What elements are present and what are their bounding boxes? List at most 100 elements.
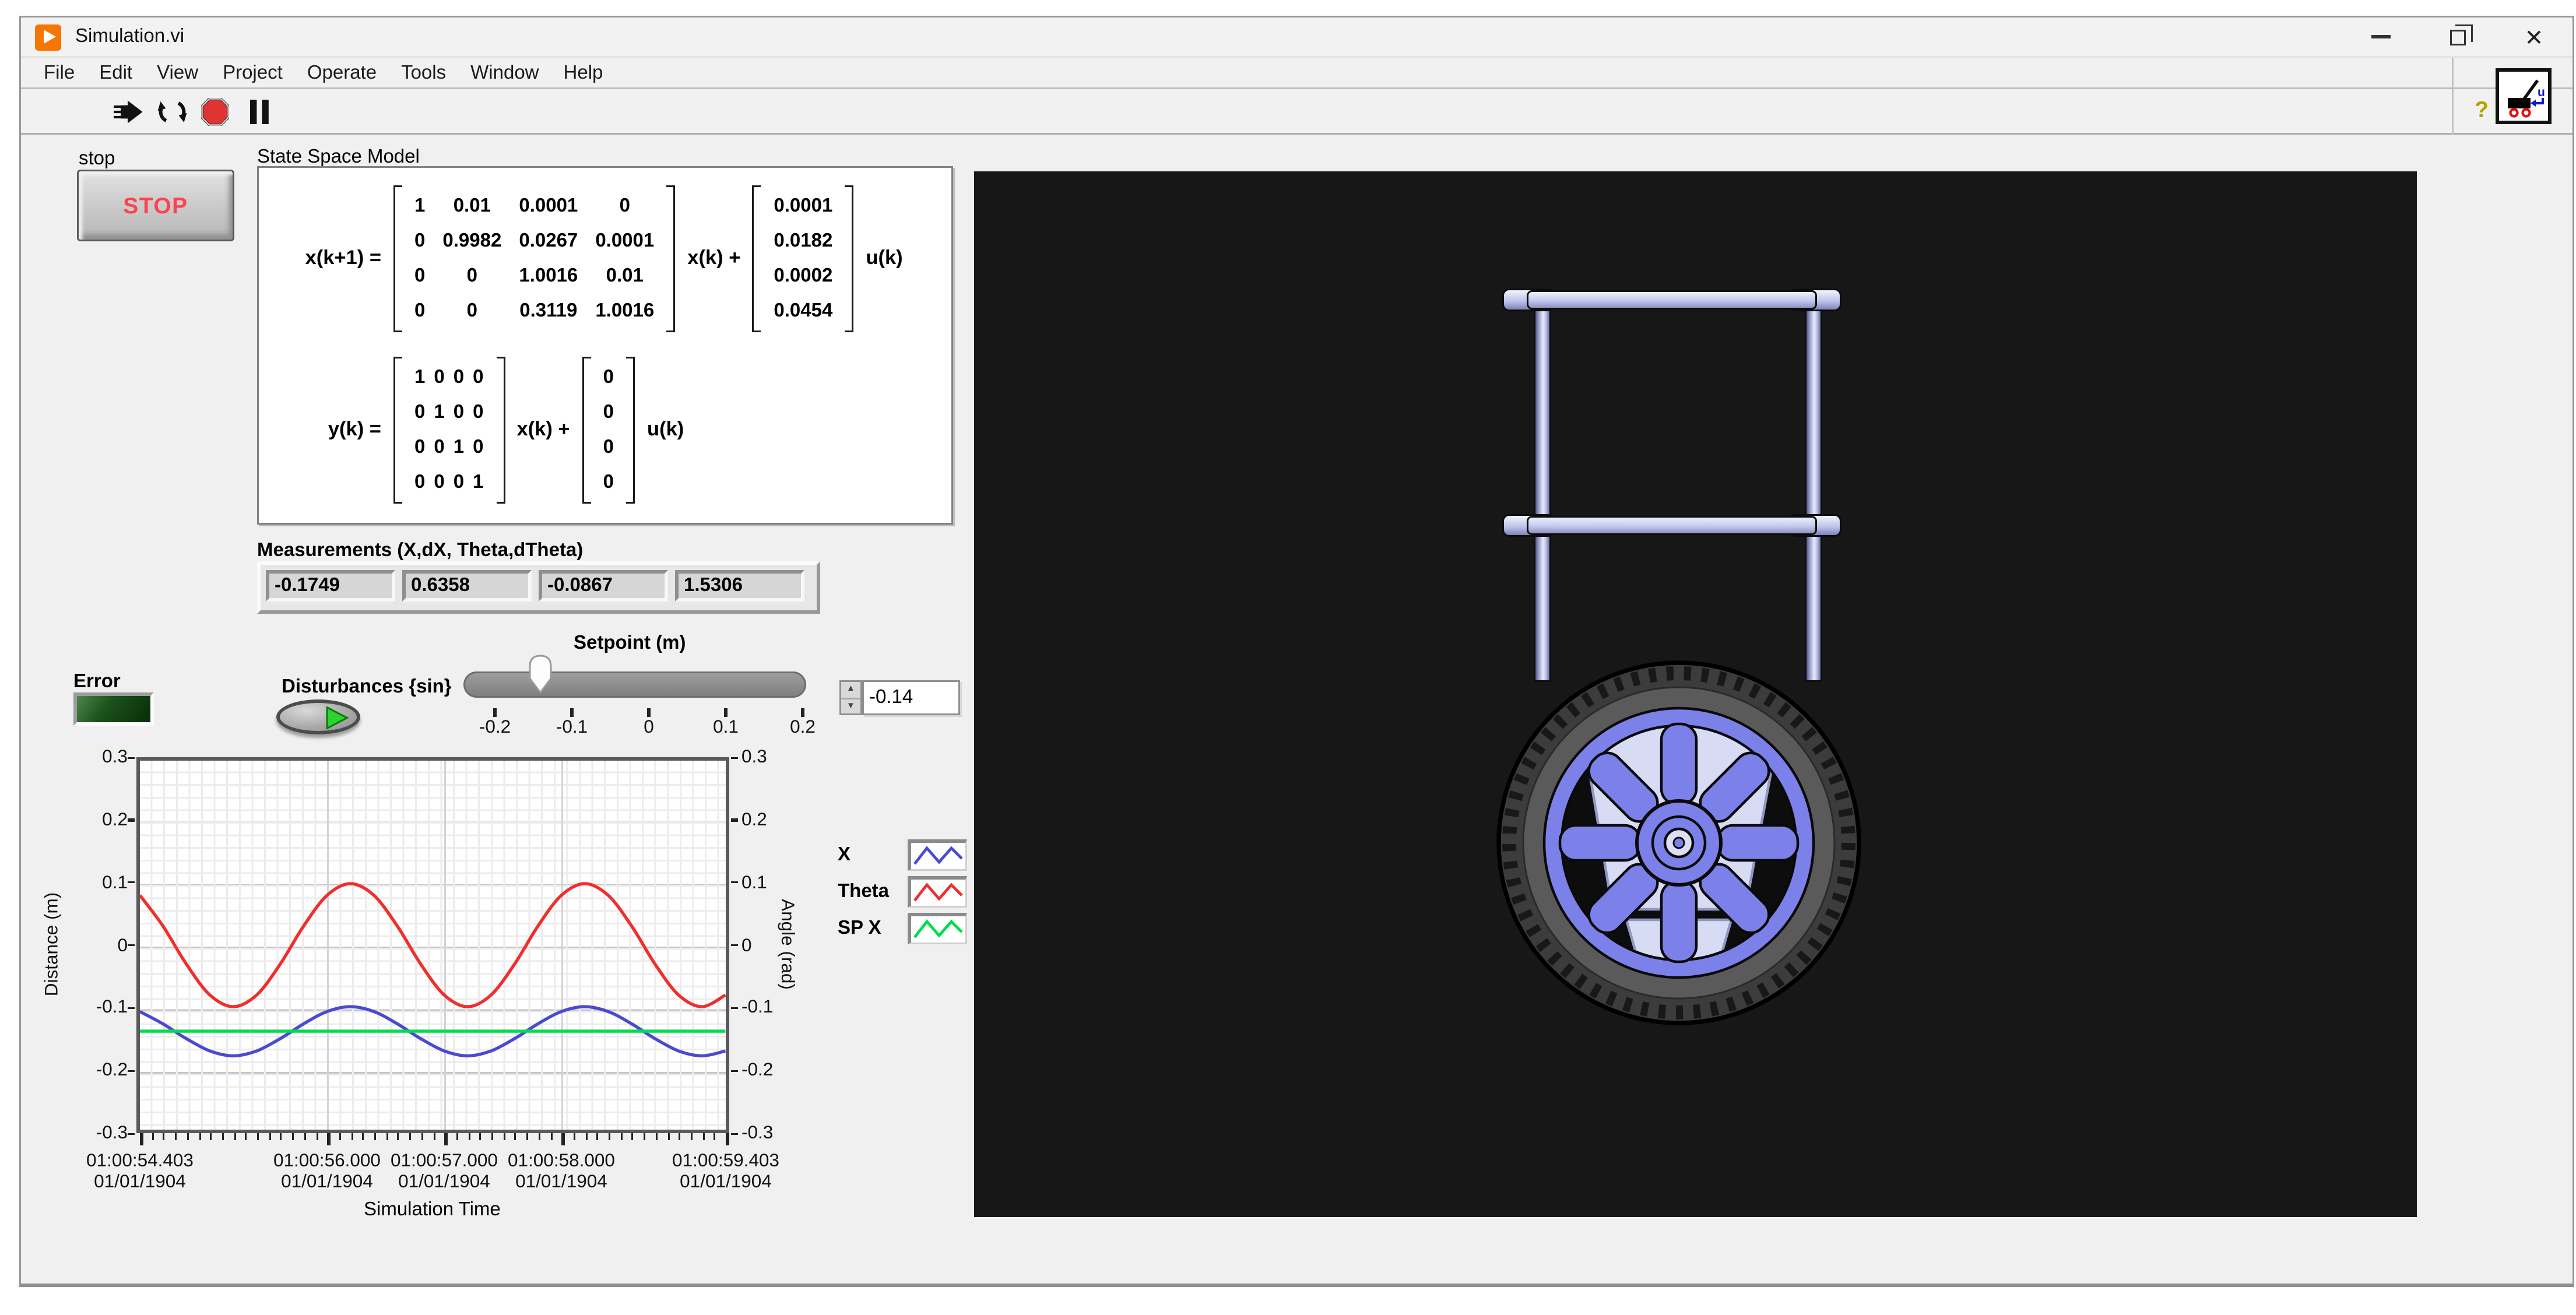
slider-thumb[interactable] — [529, 654, 553, 694]
x-major-tick — [726, 1133, 729, 1145]
matrix-cell: 0 — [603, 402, 614, 423]
menu-item-file[interactable]: File — [31, 59, 87, 87]
x-minor-tick — [245, 1133, 247, 1140]
matrix-A: 10.010.0001000.99820.02670.0001001.00160… — [393, 185, 675, 332]
matrix-cell: 0 — [414, 437, 425, 458]
matrix-cell: 0 — [454, 367, 464, 388]
eq2-rhs: u(k) — [647, 420, 684, 441]
context-help-icon[interactable]: ? — [2475, 96, 2489, 122]
restore-button[interactable] — [2419, 17, 2496, 56]
menu-item-view[interactable]: View — [145, 59, 210, 87]
x-minor-tick — [609, 1133, 610, 1140]
measurement-value-field: 1.5306 — [675, 570, 804, 602]
x-minor-tick — [491, 1133, 493, 1140]
legend-sample-box[interactable] — [908, 876, 967, 908]
menu-item-project[interactable]: Project — [210, 59, 295, 87]
run-continuous-icon — [157, 97, 187, 125]
y-tick-mark — [731, 819, 738, 821]
run-button[interactable] — [112, 97, 143, 125]
stop-label: stop — [79, 149, 115, 170]
menu-item-help[interactable]: Help — [551, 59, 616, 87]
x-minor-tick — [667, 1133, 669, 1140]
x-minor-tick — [550, 1133, 552, 1140]
x-time-label: 01:00:58.000 — [491, 1151, 631, 1172]
slider-track[interactable] — [463, 671, 806, 698]
matrix-cell: 0 — [454, 402, 464, 423]
x-minor-tick — [515, 1133, 516, 1140]
x-minor-tick — [597, 1133, 599, 1140]
matrix-cell: 0 — [473, 367, 483, 388]
y-tick-label: -0.1 — [75, 997, 128, 1018]
legend-label: SP X — [838, 918, 908, 939]
y-tick-label: 0.2 — [741, 809, 794, 830]
menu-bar: FileEditViewProjectOperateToolsWindowHel… — [21, 58, 2573, 89]
y-axis-left-title: Distance (m) — [41, 892, 62, 997]
setpoint-numeric-field[interactable]: -0.14 — [862, 680, 960, 715]
menu-item-operate[interactable]: Operate — [295, 59, 389, 87]
3d-picture-control[interactable] — [974, 171, 2417, 1217]
measurement-value-field: -0.0867 — [539, 570, 668, 602]
x-axis-ticks — [136, 1133, 729, 1147]
close-button[interactable]: ✕ — [2496, 17, 2573, 56]
state-space-model-label: State Space Model — [257, 147, 420, 168]
toolbar: ? u — [21, 89, 2573, 135]
svg-text:u: u — [2538, 86, 2545, 99]
matrix-cell: 0 — [473, 402, 483, 423]
matrix-cell: 0.0001 — [519, 196, 578, 217]
menu-item-edit[interactable]: Edit — [87, 59, 145, 87]
x-time-label: 01:00:59.403 — [656, 1151, 796, 1172]
matrix-cell: 0 — [434, 367, 444, 388]
x-date-label: 01/01/1904 — [656, 1172, 796, 1193]
y-tick-label: -0.3 — [75, 1123, 128, 1144]
menu-item-tools[interactable]: Tools — [389, 59, 458, 87]
slider-tick-label: 0.2 — [776, 717, 829, 738]
x-minor-tick — [386, 1133, 388, 1140]
pause-button[interactable] — [243, 97, 275, 125]
matrix-cell: 1.0016 — [519, 266, 578, 287]
x-major-tick — [140, 1133, 143, 1145]
y-tick-mark — [731, 1070, 738, 1072]
matrix-C: 1000010000100001 — [393, 357, 505, 504]
x-minor-tick — [620, 1133, 622, 1140]
x-minor-tick — [433, 1133, 435, 1140]
y-tick-mark — [731, 944, 738, 947]
disturbances-toggle-button[interactable] — [276, 699, 360, 734]
chart-series-svg — [140, 761, 726, 1130]
matrix-D: 0000 — [582, 357, 635, 504]
series-theta — [140, 884, 725, 1007]
menu-item-window[interactable]: Window — [458, 59, 551, 87]
decrement-button[interactable]: ▼ — [841, 699, 860, 714]
x-minor-tick — [152, 1133, 153, 1140]
x-minor-tick — [339, 1133, 341, 1140]
legend-sample-box[interactable] — [908, 839, 967, 871]
matrix-cell: 0 — [434, 472, 444, 493]
x-minor-tick — [503, 1133, 505, 1140]
legend-sample-box[interactable] — [908, 913, 967, 944]
x-minor-tick — [691, 1133, 693, 1140]
increment-button[interactable]: ▲ — [841, 682, 860, 699]
y-tick-mark — [128, 881, 135, 884]
x-date-label: 01/01/1904 — [70, 1172, 210, 1193]
matrix-cell: 0.01 — [606, 266, 644, 287]
measurement-fields: -0.17490.6358-0.08671.5306 — [257, 561, 820, 614]
x-minor-tick — [585, 1133, 587, 1140]
vi-icon-button[interactable]: u — [2496, 68, 2552, 124]
abort-button[interactable] — [199, 97, 231, 125]
run-arrow-icon — [113, 99, 143, 124]
y-tick-label: 0.2 — [75, 809, 128, 830]
setpoint-slider[interactable]: -0.2-0.100.10.2 — [463, 651, 813, 734]
x-minor-tick — [526, 1133, 528, 1140]
minimize-button[interactable] — [2342, 17, 2419, 56]
x-minor-tick — [316, 1133, 318, 1140]
stop-button[interactable]: STOP — [77, 170, 234, 241]
x-major-tick — [561, 1133, 564, 1145]
state-space-model-box: x(k+1) = 10.010.0001000.99820.02670.0001… — [257, 166, 953, 525]
run-continuously-button[interactable] — [156, 97, 187, 125]
stop-button-text: STOP — [123, 192, 188, 219]
title-bar: Simulation.vi ✕ — [21, 17, 2573, 58]
x-minor-tick — [538, 1133, 540, 1140]
y-tick-label: 0.3 — [741, 747, 794, 768]
measurement-value-field: -0.1749 — [266, 570, 395, 602]
y-tick-label: -0.3 — [741, 1123, 794, 1144]
slider-tick — [571, 708, 573, 717]
